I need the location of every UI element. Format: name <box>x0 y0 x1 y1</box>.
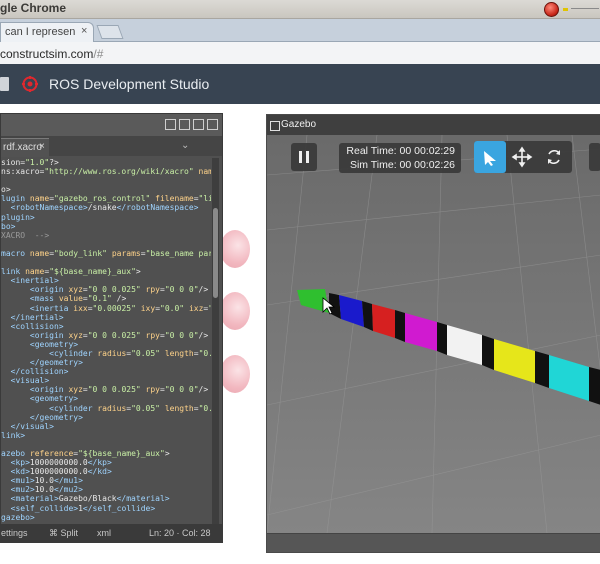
save-icon[interactable] <box>0 77 9 91</box>
translate-icon <box>511 146 533 168</box>
editor-tab-close-icon[interactable]: × <box>39 141 45 152</box>
select-arrow-icon <box>484 151 496 166</box>
close-panel-icon[interactable] <box>207 119 218 130</box>
url-path: /# <box>93 47 104 61</box>
editor-tab-label: rdf.xacro <box>3 142 42 153</box>
pause-icon <box>306 151 309 163</box>
editor-tab-bar: rdf.xacro × ⌄ <box>1 136 222 157</box>
pause-icon <box>299 151 302 163</box>
new-tab-button[interactable] <box>96 25 124 39</box>
decor-circle <box>220 355 250 393</box>
select-mode-button[interactable] <box>474 141 506 173</box>
ros-logo-icon <box>22 76 38 92</box>
browser-title-bar: gle Chrome <box>0 0 600 19</box>
real-time: Real Time: 00 00:02:29 <box>346 145 455 157</box>
decor-circle <box>220 230 250 268</box>
system-tray-icon <box>563 8 599 11</box>
chevron-down-icon[interactable]: ⌄ <box>181 140 189 151</box>
gazebo-title-bar: Gazebo <box>267 115 600 135</box>
ros-header: ROS Development Studio <box>0 64 600 104</box>
maximize-icon[interactable] <box>165 119 176 130</box>
code-content[interactable]: sion="1.0"?> ns:xacro="http://www.ros.or… <box>1 158 211 528</box>
gazebo-title: Gazebo <box>281 119 317 130</box>
app-title: ROS Development Studio <box>49 76 210 92</box>
decor-circle <box>220 292 250 330</box>
pause-button[interactable] <box>291 143 317 171</box>
editor-scrollbar[interactable] <box>212 158 219 528</box>
minimize-icon[interactable] <box>179 119 190 130</box>
sim-time: Sim Time: 00 00:02:26 <box>349 159 455 171</box>
window-title: gle Chrome <box>0 1 67 15</box>
more-tools-button[interactable] <box>589 143 600 171</box>
restore-icon[interactable] <box>193 119 204 130</box>
status-settings[interactable]: ettings <box>1 528 28 538</box>
tab-title: can I represen <box>5 26 76 38</box>
rotate-icon <box>548 149 560 165</box>
simulation-viewport[interactable] <box>267 135 600 533</box>
browser-tab-bar: can I represen × <box>0 19 600 42</box>
editor-toolbar <box>1 114 222 136</box>
status-language[interactable]: xml <box>97 528 111 538</box>
code-editor-panel: rdf.xacro × ⌄ sion="1.0"?> ns:xacro="htt… <box>0 113 223 543</box>
translate-mode-button[interactable] <box>506 141 538 173</box>
tab-close-icon[interactable]: × <box>81 25 87 37</box>
gazebo-toolbar <box>474 141 572 173</box>
url-text[interactable]: constructsim.com/# <box>0 47 103 61</box>
editor-tab[interactable]: rdf.xacro × <box>1 138 49 157</box>
close-window-icon[interactable] <box>544 2 559 17</box>
scrollbar-thumb[interactable] <box>213 208 218 298</box>
address-bar[interactable]: constructsim.com/# <box>0 42 600 65</box>
rotate-mode-button[interactable] <box>538 141 570 173</box>
gazebo-bottom-bar <box>267 533 600 552</box>
url-host: constructsim.com <box>0 47 94 61</box>
status-cursor-position: Ln: 20 · Col: 28 <box>149 528 211 538</box>
editor-status-bar: ettings ⌘ Split xml Ln: 20 · Col: 28 <box>1 524 222 542</box>
time-display: Real Time: 00 00:02:29 Sim Time: 00 00:0… <box>339 143 461 173</box>
gazebo-window: Gazebo Real Time: 00 00:02:29 Sim Time: … <box>266 114 600 553</box>
gazebo-window-icon <box>270 121 280 131</box>
browser-tab[interactable]: can I represen × <box>0 22 94 42</box>
status-split[interactable]: ⌘ Split <box>49 528 78 539</box>
